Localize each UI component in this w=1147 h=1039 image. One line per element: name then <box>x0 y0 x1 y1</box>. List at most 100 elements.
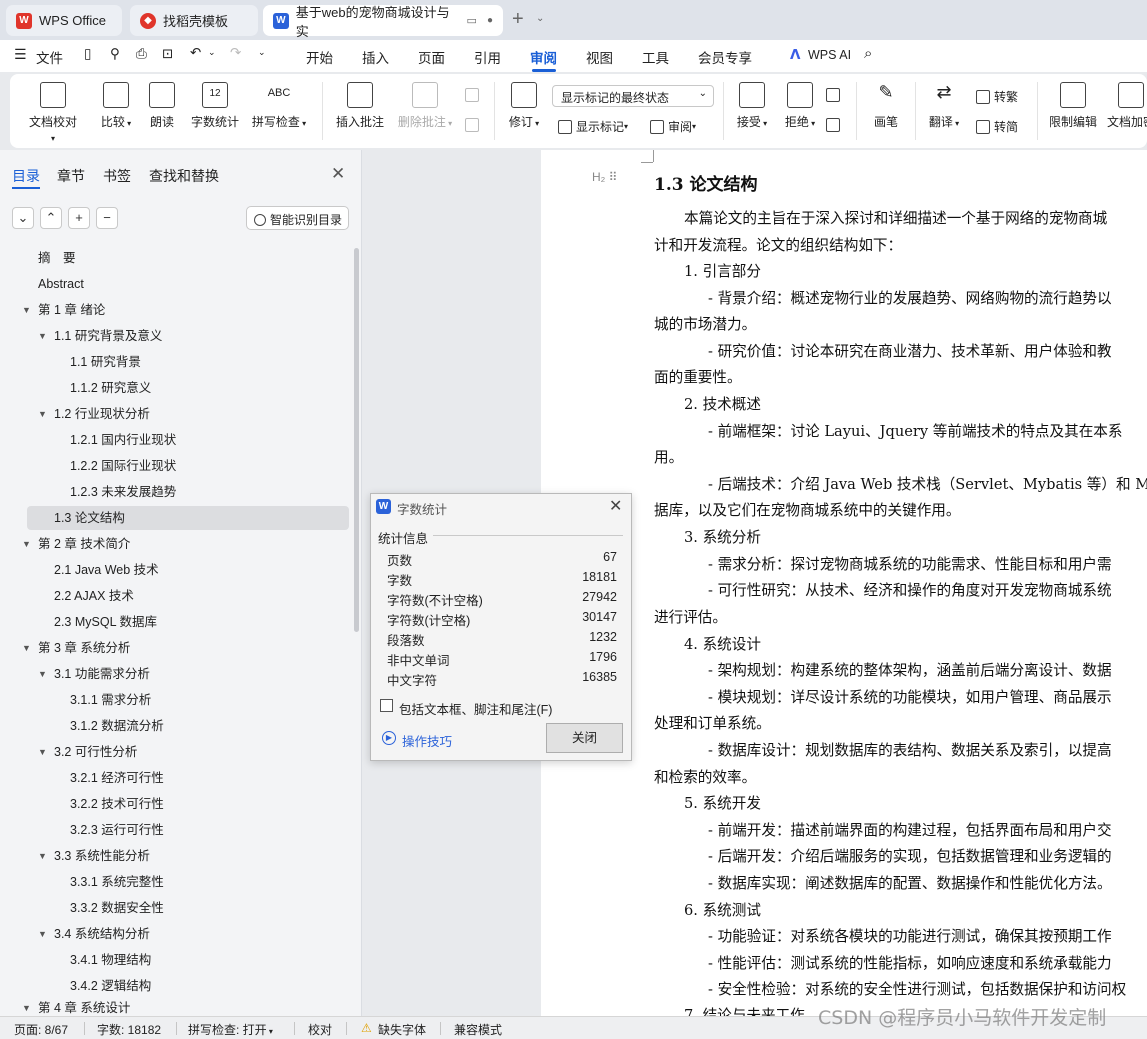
expand-chevron-up-icon[interactable]: ⌃ <box>40 207 62 229</box>
print-icon[interactable]: ⎙ <box>136 46 147 62</box>
remove-heading-minus-icon[interactable]: − <box>96 207 118 229</box>
compat-mode-indicator[interactable]: 兼容模式 <box>454 1021 502 1038</box>
word-count-indicator[interactable]: 字数: 18182 <box>97 1021 161 1038</box>
menu-view[interactable]: 视图 <box>586 47 613 67</box>
expand-triangle-icon[interactable]: ▼ <box>38 922 47 946</box>
show-markup-button[interactable]: 显示标记 ▾ <box>558 118 628 135</box>
redo-icon[interactable]: ↷ <box>230 45 241 61</box>
tips-link[interactable]: 操作技巧 <box>402 731 452 750</box>
toc-item[interactable]: 3.3.1 系统完整性 <box>70 870 164 894</box>
to-simplified-button[interactable]: 转简 <box>976 118 1018 135</box>
nav-tab-find-replace[interactable]: 查找和替换 <box>149 166 219 186</box>
menu-wps-ai[interactable]: WPS AI <box>808 48 851 62</box>
markup-state-select[interactable]: 显示标记的最终状态 ⌄ <box>552 85 714 107</box>
menu-tools[interactable]: 工具 <box>642 47 669 67</box>
menu-insert[interactable]: 插入 <box>362 47 389 67</box>
expand-triangle-icon[interactable]: ▼ <box>38 662 47 686</box>
compare-button[interactable]: 比较 ▾ <box>96 82 136 130</box>
toc-item[interactable]: ▼ 3.1 功能需求分析 <box>38 662 150 686</box>
share-icon[interactable]: ⚲ <box>110 46 120 62</box>
menu-file[interactable]: 文件 <box>36 47 63 67</box>
smart-toc-button[interactable]: 智能识别目录 <box>246 206 349 230</box>
menu-review[interactable]: 审阅 <box>530 47 557 67</box>
next-change-button[interactable] <box>826 118 844 132</box>
translate-button[interactable]: ⇄ 翻译 ▾ <box>924 82 964 130</box>
toc-item[interactable]: 1.2.1 国内行业现状 <box>70 428 176 452</box>
toc-item[interactable]: 2.1 Java Web 技术 <box>54 558 159 582</box>
delete-comment-button[interactable]: 删除批注 ▾ <box>394 82 456 130</box>
undo-icon[interactable]: ↶ <box>190 45 201 61</box>
prev-comment-button[interactable] <box>465 88 483 102</box>
toc-item[interactable]: 3.3.2 数据安全性 <box>70 896 164 920</box>
toc-item[interactable]: 3.2.3 运行可行性 <box>70 818 164 842</box>
toc-item[interactable]: 1.1.2 研究意义 <box>70 376 151 400</box>
spell-check-indicator[interactable]: 拼写检查: 打开 ▾ <box>188 1021 273 1038</box>
next-comment-button[interactable] <box>465 118 483 132</box>
accept-button[interactable]: 接受 ▾ <box>732 82 772 130</box>
hamburger-icon[interactable]: ☰ <box>14 46 27 63</box>
toc-item[interactable]: ▼ 第 4 章 系统设计 <box>22 998 130 1014</box>
missing-font-indicator[interactable]: 缺失字体 <box>378 1021 426 1038</box>
toc-item[interactable]: ▼ 3.3 系统性能分析 <box>38 844 150 868</box>
toc-item[interactable]: 2.2 AJAX 技术 <box>54 584 134 608</box>
heading-handle-icon[interactable]: H₂ ⠿ <box>592 170 617 184</box>
save-icon[interactable]: ▯ <box>84 46 91 62</box>
expand-triangle-icon[interactable]: ▼ <box>22 998 31 1014</box>
revise-button[interactable]: 修订 ▾ <box>504 82 544 130</box>
review-pane-button[interactable]: 审阅 ▾ <box>650 118 696 135</box>
reject-button[interactable]: 拒绝 ▾ <box>780 82 820 130</box>
to-traditional-button[interactable]: 转繁 <box>976 88 1018 105</box>
toc-item[interactable]: 2.3 MySQL 数据库 <box>54 610 157 634</box>
expand-triangle-icon[interactable]: ▼ <box>38 402 47 426</box>
tab-document[interactable]: W 基于web的宠物商城设计与实 ▭ ● <box>263 5 503 39</box>
toc-item[interactable]: 1.1 研究背景 <box>70 350 141 374</box>
proofread-indicator[interactable]: 校对 <box>308 1021 332 1038</box>
toc-item[interactable]: 3.1.1 需求分析 <box>70 688 151 712</box>
toc-item[interactable]: ▼ 第 2 章 技术简介 <box>22 532 130 556</box>
word-count-button[interactable]: 12 字数统计 <box>188 82 242 130</box>
tab-template[interactable]: ◆ 找稻壳模板 <box>130 5 258 36</box>
more-dropdown-icon[interactable]: ⌄ <box>258 47 266 58</box>
add-heading-plus-icon[interactable]: + <box>68 207 90 229</box>
page-indicator[interactable]: 页面: 8/67 <box>14 1021 68 1038</box>
toc-item-selected[interactable]: 1.3 论文结构 <box>27 506 349 530</box>
doc-encrypt-button[interactable]: 文档加密 <box>1106 82 1147 130</box>
toc-item[interactable]: ▼ 第 3 章 系统分析 <box>22 636 130 660</box>
play-tips-icon[interactable]: ▶ <box>382 731 396 745</box>
search-icon[interactable]: ⌕ <box>864 45 872 62</box>
expand-triangle-icon[interactable]: ▼ <box>22 636 31 660</box>
wps-ai-icon[interactable]: ᐱ <box>790 47 800 63</box>
toc-item[interactable]: 3.4.1 物理结构 <box>70 948 151 972</box>
nav-scrollbar[interactable] <box>354 248 359 632</box>
spell-check-button[interactable]: ABC 拼写检查 ▾ <box>248 82 310 130</box>
doc-check-button[interactable]: 文档校对 ▾ <box>26 82 80 144</box>
toc-item[interactable]: 摘 要 <box>38 246 76 270</box>
toc-item[interactable]: Abstract <box>38 272 84 296</box>
menu-member[interactable]: 会员专享 <box>698 47 752 67</box>
dialog-close-icon[interactable]: ✕ <box>609 496 622 516</box>
expand-triangle-icon[interactable]: ▼ <box>38 844 47 868</box>
toc-item[interactable]: 3.2.2 技术可行性 <box>70 792 164 816</box>
read-aloud-button[interactable]: 朗读 <box>146 82 178 130</box>
print-preview-icon[interactable]: ⊡ <box>162 46 173 62</box>
close-icon[interactable]: ✕ <box>331 164 345 184</box>
tab-wps-office[interactable]: W WPS Office <box>6 5 122 36</box>
expand-triangle-icon[interactable]: ▼ <box>22 532 31 556</box>
unsaved-dot-icon[interactable]: ● <box>487 15 493 26</box>
expand-triangle-icon[interactable]: ▼ <box>22 298 31 322</box>
expand-triangle-icon[interactable]: ▼ <box>38 740 47 764</box>
toc-item[interactable]: ▼ 第 1 章 绪论 <box>22 298 105 322</box>
toc-item[interactable]: 3.2.1 经济可行性 <box>70 766 164 790</box>
expand-triangle-icon[interactable]: ▼ <box>38 324 47 348</box>
include-textbox-label[interactable]: 包括文本框、脚注和尾注(F) <box>399 699 552 718</box>
undo-dropdown-icon[interactable]: ⌄ <box>208 47 216 58</box>
restrict-edit-button[interactable]: 限制编辑 <box>1046 82 1100 130</box>
menu-page[interactable]: 页面 <box>418 47 445 67</box>
toc-item[interactable]: 3.4.2 逻辑结构 <box>70 974 151 998</box>
toc-item[interactable]: 3.1.2 数据流分析 <box>70 714 164 738</box>
menu-references[interactable]: 引用 <box>474 47 501 67</box>
new-tab-plus-icon[interactable]: + <box>512 8 524 31</box>
include-textbox-checkbox[interactable] <box>380 699 393 712</box>
nav-tab-bookmarks[interactable]: 书签 <box>103 166 131 186</box>
toc-item[interactable]: ▼ 1.2 行业现状分析 <box>38 402 150 426</box>
